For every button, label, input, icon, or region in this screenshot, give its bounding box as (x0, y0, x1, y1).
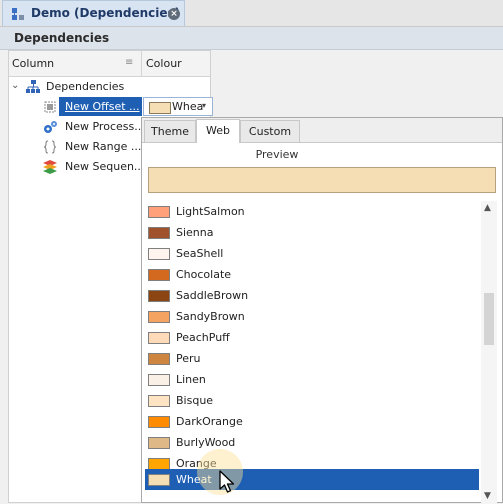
colour-name: Sienna (176, 226, 214, 239)
tree-item-label: New Process... (65, 120, 145, 133)
picker-tab-strip: Theme Web Custom (142, 118, 502, 143)
colour-list-item[interactable]: SeaShell (145, 243, 479, 264)
tree-row-new-process[interactable]: New Process... (39, 117, 145, 137)
colour-name: PeachPuff (176, 331, 230, 344)
diagram-icon (12, 8, 24, 20)
colour-swatch (148, 248, 170, 260)
colour-name: LightSalmon (176, 205, 245, 218)
colour-list-item[interactable]: Bisque (145, 390, 479, 411)
colour-list-item[interactable]: SandyBrown (145, 306, 479, 327)
column-header-colour[interactable]: Colour (146, 57, 182, 70)
close-icon[interactable]: × (168, 8, 180, 20)
colour-list-item[interactable]: SaddleBrown (145, 285, 479, 306)
tab-theme[interactable]: Theme (144, 120, 196, 142)
colour-picker-popup: Theme Web Custom Preview LightSalmon Sien… (141, 117, 503, 504)
colour-list-item[interactable]: Peru (145, 348, 479, 369)
colour-name: SeaShell (176, 247, 224, 260)
web-colour-list: LightSalmon Sienna SeaShell Chocolate Saddle… (145, 201, 479, 504)
mouse-cursor-icon (219, 470, 235, 493)
tab-label: Theme (151, 125, 189, 138)
colour-swatch (149, 102, 171, 114)
tab-web[interactable]: Web (196, 119, 240, 143)
colour-swatch (148, 395, 170, 407)
tree-item-label: New Offset ... (65, 100, 140, 113)
column-header-label: Column (12, 57, 55, 70)
scroll-down-icon[interactable]: ▼ (484, 491, 491, 501)
colour-swatch (148, 311, 170, 323)
colour-swatch (148, 269, 170, 281)
tree-row-dependencies[interactable]: ⌄ Dependencies (9, 77, 141, 97)
colour-value: Whea (172, 100, 204, 113)
tree-row-new-offset[interactable]: New Offset ... (39, 97, 143, 117)
column-header-row: Column ≡ Colour (9, 51, 210, 77)
tree-item-label: New Range ... (65, 140, 142, 153)
colour-list-item[interactable]: PeachPuff (145, 327, 479, 348)
tree-row-new-range[interactable]: New Range ... (39, 137, 143, 157)
chevron-down-icon[interactable]: ▾ (202, 101, 206, 110)
colour-swatch (148, 416, 170, 428)
colour-list-item[interactable]: BurlyWood (145, 432, 479, 453)
colour-swatch (148, 290, 170, 302)
tab-label: Web (206, 124, 230, 137)
tree-row-new-sequence[interactable]: New Sequen... (39, 157, 145, 177)
panel-title: Dependencies (14, 31, 110, 45)
scroll-thumb[interactable] (484, 293, 494, 345)
preview-label: Preview (255, 148, 299, 161)
sequence-layers-icon (43, 160, 57, 174)
colour-list-item[interactable]: DarkOrange (145, 411, 479, 432)
colour-swatch (148, 374, 170, 386)
panel-header: Dependencies (0, 27, 503, 50)
colour-name: Peru (176, 352, 201, 365)
column-header-column[interactable]: Column ≡ (9, 51, 142, 76)
colour-swatch (148, 353, 170, 365)
hierarchy-icon (26, 80, 40, 93)
colour-name: Linen (176, 373, 206, 386)
offset-icon (44, 101, 56, 113)
sort-icon[interactable]: ≡ (125, 57, 133, 68)
chevron-down-icon[interactable]: ⌄ (11, 80, 19, 91)
tab-custom[interactable]: Custom (240, 120, 300, 142)
colour-name: Bisque (176, 394, 214, 407)
process-gears-icon (44, 121, 57, 133)
colour-swatch (148, 332, 170, 344)
colour-name: SaddleBrown (176, 289, 249, 302)
colour-picker-field[interactable]: Whea ▾ (143, 97, 213, 116)
document-tab[interactable]: Demo (Dependencies) × (2, 0, 185, 26)
colour-list-item[interactable]: LightSalmon (145, 201, 479, 222)
colour-list-item[interactable]: Wheat (145, 469, 479, 490)
colour-swatch (148, 206, 170, 218)
tree-item-label: New Sequen... (65, 160, 145, 173)
document-tab-strip: Demo (Dependencies) × (0, 0, 503, 27)
preview-box (148, 167, 496, 193)
list-scrollbar[interactable]: ▲ ▼ (481, 201, 497, 504)
colour-name: BurlyWood (176, 436, 236, 449)
colour-swatch (148, 227, 170, 239)
colour-name: SandyBrown (176, 310, 245, 323)
tree-item-label: Dependencies (46, 80, 125, 93)
tab-label: Custom (248, 125, 292, 138)
document-tab-title: Demo (Dependencies) (31, 6, 181, 20)
colour-name: DarkOrange (176, 415, 243, 428)
colour-list-item[interactable]: Sienna (145, 222, 479, 243)
scroll-up-icon[interactable]: ▲ (484, 203, 491, 213)
range-braces-icon (43, 140, 57, 154)
colour-list-item[interactable]: Chocolate (145, 264, 479, 285)
colour-name: Chocolate (176, 268, 232, 281)
colour-swatch (148, 474, 170, 486)
colour-swatch (148, 437, 170, 449)
colour-list-item[interactable]: Linen (145, 369, 479, 390)
